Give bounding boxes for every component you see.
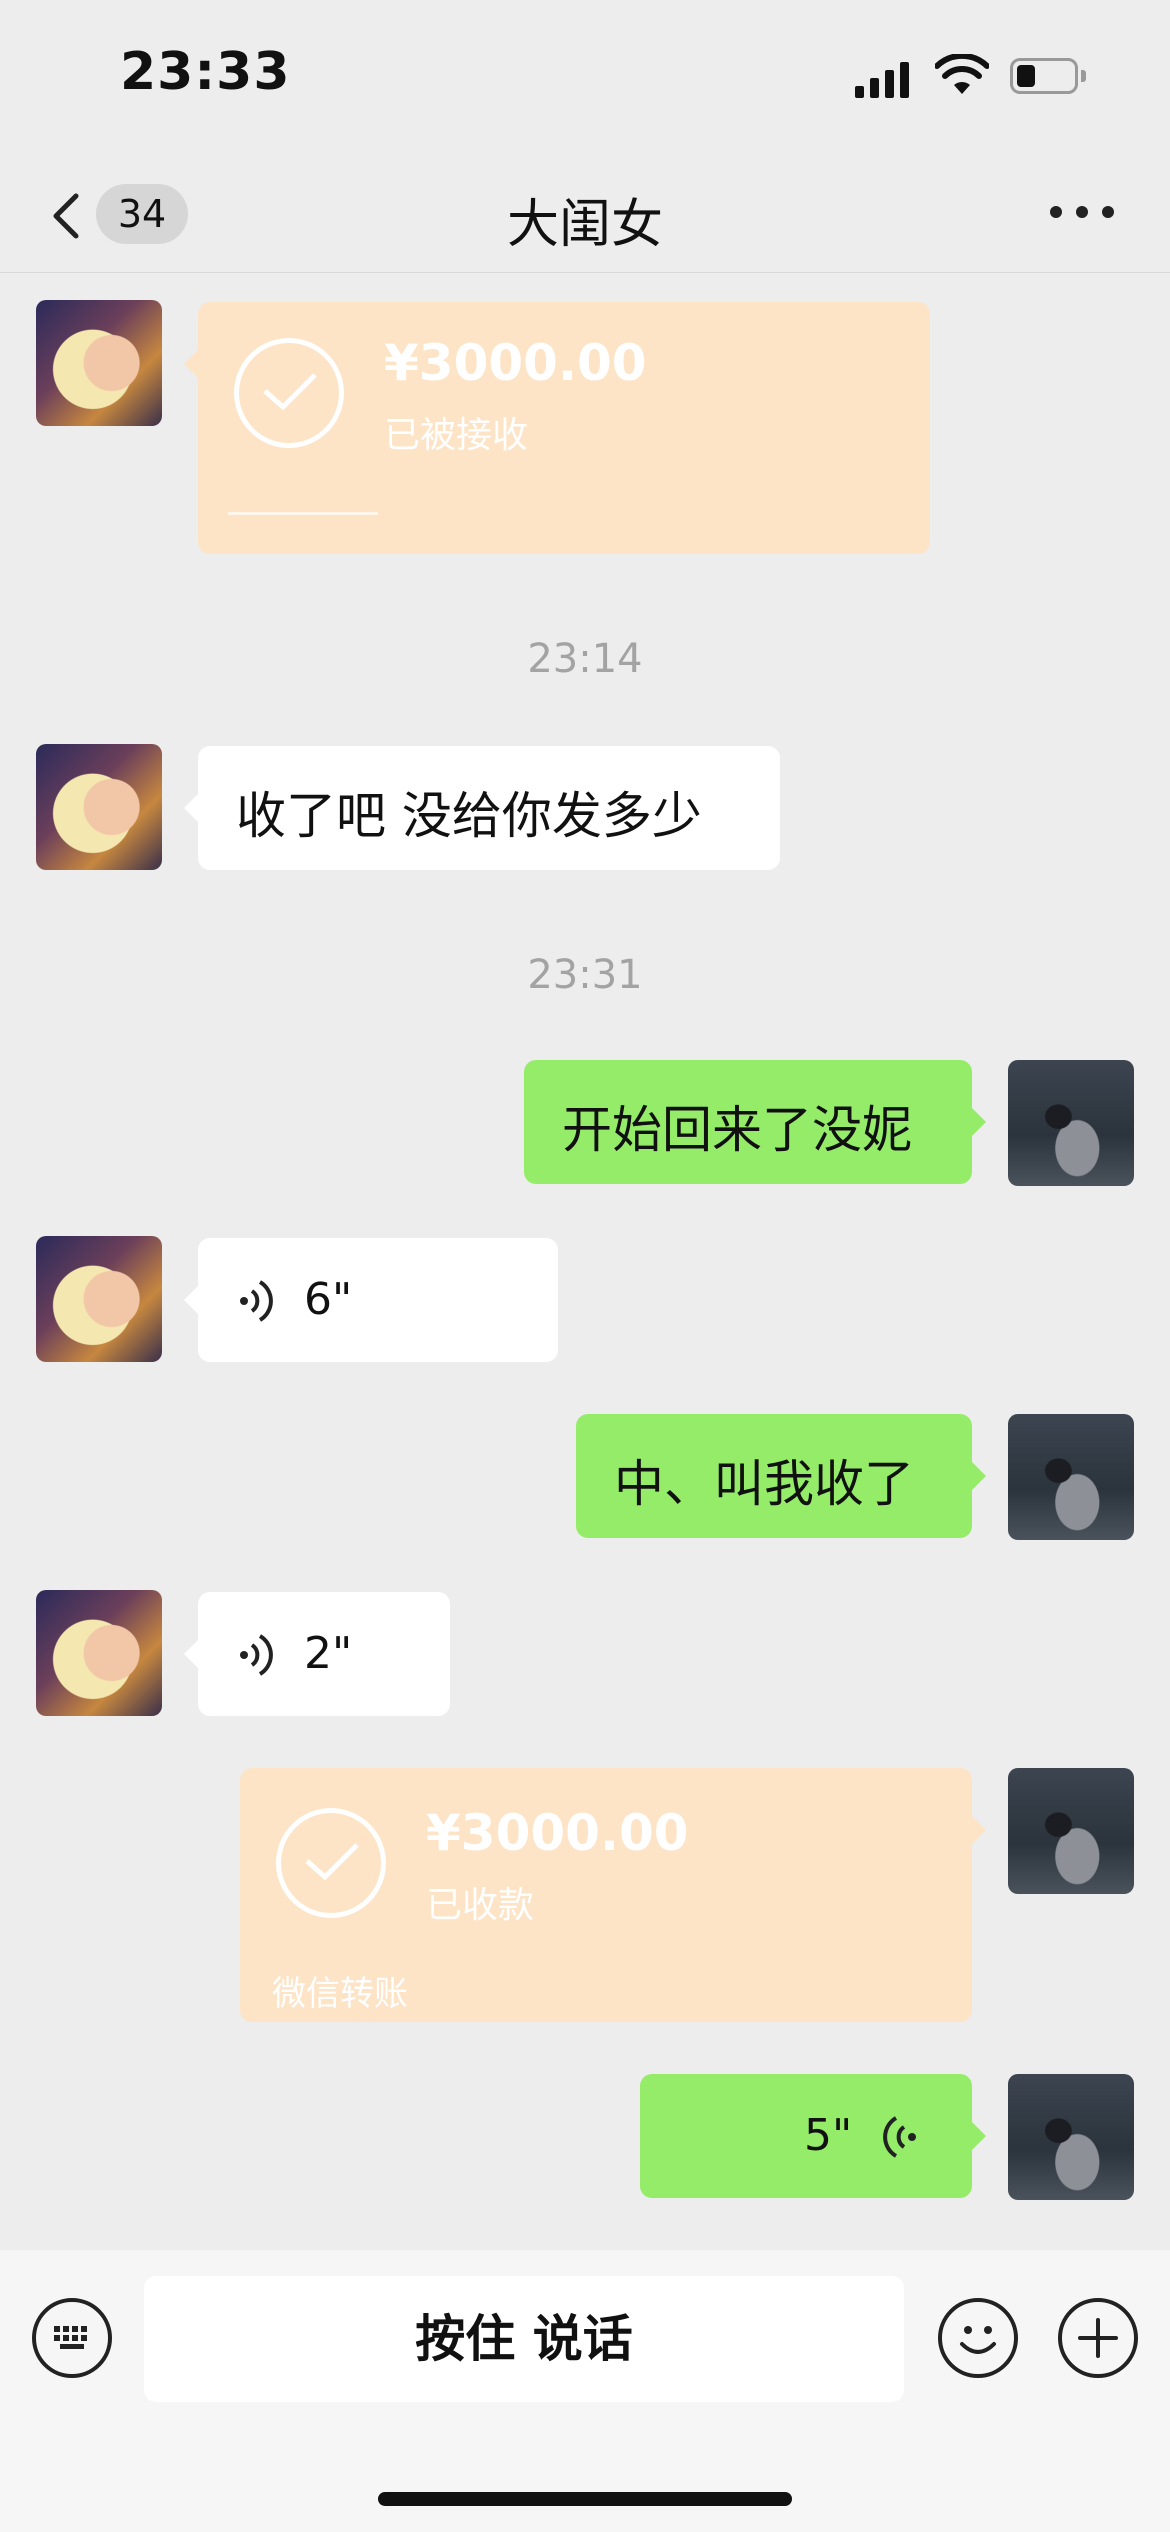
check-icon bbox=[234, 338, 344, 448]
chat-title: 大闺女 bbox=[506, 195, 663, 255]
voice-duration: 6" bbox=[304, 1274, 353, 1325]
self-avatar[interactable] bbox=[1008, 1414, 1134, 1540]
transfer-card-sent[interactable]: ¥3000.00 已收款 微信转账 bbox=[240, 1768, 986, 2022]
contact-avatar[interactable] bbox=[36, 1236, 162, 1362]
transfer-amount: ¥3000.00 bbox=[384, 334, 647, 392]
home-indicator bbox=[378, 2492, 792, 2506]
signal-icon bbox=[855, 60, 915, 98]
input-bar: 按住 说话 bbox=[0, 2250, 1170, 2532]
transfer-card-received[interactable]: ¥3000.00 已被接收 bbox=[184, 302, 930, 554]
status-bar: 23:33 bbox=[0, 0, 1170, 160]
contact-avatar[interactable] bbox=[36, 300, 162, 426]
voice-wave-icon bbox=[240, 1280, 273, 1322]
voice-wave-icon bbox=[883, 2116, 916, 2158]
voice-duration: 5" bbox=[804, 2110, 853, 2161]
keyboard-icon[interactable] bbox=[32, 2298, 112, 2378]
message-text: 开始回来了没妮 bbox=[562, 1101, 912, 1159]
self-avatar[interactable] bbox=[1008, 1768, 1134, 1894]
received-voice-bubble[interactable]: 2" bbox=[184, 1592, 450, 1716]
message-text: 收了吧 没给你发多少 bbox=[236, 787, 702, 845]
status-time: 23:33 bbox=[120, 42, 291, 102]
hold-to-talk-button[interactable]: 按住 说话 bbox=[144, 2276, 904, 2402]
received-text-bubble[interactable]: 收了吧 没给你发多少 bbox=[184, 746, 780, 870]
wifi-icon bbox=[935, 54, 989, 94]
transfer-amount: ¥3000.00 bbox=[426, 1804, 689, 1862]
transfer-status: 已收款 bbox=[426, 1885, 535, 1926]
transfer-footer-label: 微信转账 bbox=[272, 1974, 408, 2014]
chat-header: 34 大闺女 bbox=[0, 160, 1170, 273]
message-text: 中、叫我收了 bbox=[614, 1455, 914, 1513]
transfer-footer-divider bbox=[228, 512, 378, 515]
timestamp: 23:31 bbox=[527, 952, 643, 998]
voice-duration: 2" bbox=[304, 1628, 353, 1679]
timestamp: 23:14 bbox=[527, 636, 643, 682]
contact-avatar[interactable] bbox=[36, 744, 162, 870]
self-avatar[interactable] bbox=[1008, 1060, 1134, 1186]
self-avatar[interactable] bbox=[1008, 2074, 1134, 2200]
check-icon bbox=[276, 1808, 386, 1918]
battery-icon bbox=[1010, 58, 1078, 94]
voice-wave-icon bbox=[240, 1634, 273, 1676]
received-voice-bubble[interactable]: 6" bbox=[184, 1238, 558, 1362]
contact-avatar[interactable] bbox=[36, 1590, 162, 1716]
more-icon[interactable] bbox=[1050, 200, 1120, 230]
battery-tip bbox=[1081, 70, 1086, 82]
sent-text-bubble[interactable]: 中、叫我收了 bbox=[576, 1414, 986, 1538]
sent-text-bubble[interactable]: 开始回来了没妮 bbox=[524, 1060, 986, 1184]
plus-icon[interactable] bbox=[1058, 2298, 1138, 2378]
sent-voice-bubble[interactable]: 5" bbox=[640, 2074, 986, 2198]
emoji-icon[interactable] bbox=[938, 2298, 1018, 2378]
transfer-status: 已被接收 bbox=[384, 415, 529, 456]
